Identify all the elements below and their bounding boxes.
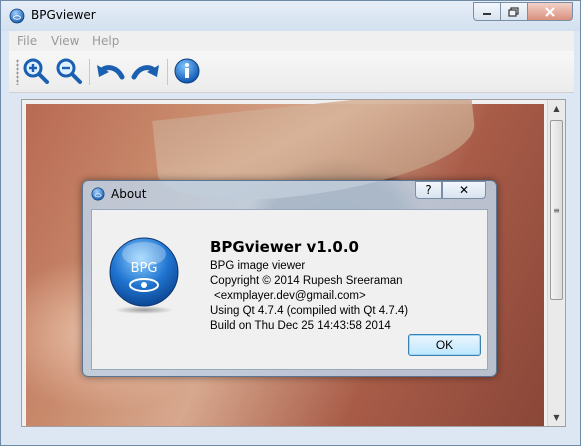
rotate-left-button[interactable] (95, 56, 125, 86)
menu-view[interactable]: View (51, 34, 79, 48)
info-icon (174, 58, 200, 84)
toolbar-grip[interactable] (16, 59, 19, 85)
title-bar[interactable]: BPGviewer (1, 1, 580, 31)
close-button[interactable] (527, 2, 573, 21)
about-build-date: Build on Thu Dec 25 14:43:58 2014 (210, 320, 391, 332)
scroll-up-arrow[interactable]: ▲ (548, 100, 565, 117)
app-icon (91, 187, 105, 201)
minimize-icon (483, 12, 491, 15)
info-button[interactable] (172, 56, 202, 86)
about-description: BPG image viewer (210, 260, 306, 272)
menu-help[interactable]: Help (92, 34, 119, 48)
about-copyright: Copyright © 2014 Rupesh Sreeraman (210, 275, 403, 287)
rotate-left-icon (97, 65, 125, 80)
svg-text:BPG: BPG (131, 261, 158, 276)
zoom-in-icon (23, 58, 49, 84)
ok-button[interactable]: OK (408, 334, 481, 356)
about-heading: BPGviewer v1.0.0 (210, 238, 359, 256)
vertical-scrollbar[interactable]: ▲ ≡ ▼ (547, 100, 565, 426)
maximize-icon (508, 6, 519, 17)
zoom-out-button[interactable] (54, 56, 84, 86)
dialog-body: BPG BPGviewer v1.0.0 BPG image viewer Co… (91, 209, 488, 370)
menu-bar: File View Help (9, 31, 574, 51)
dialog-close-button[interactable]: ✕ (442, 181, 486, 199)
zoom-in-button[interactable] (21, 56, 51, 86)
dialog-title: About (111, 187, 147, 201)
toolbar-separator (89, 59, 90, 85)
about-email: <exmplayer.dev@gmail.com> (214, 290, 366, 302)
rotate-right-icon (131, 65, 159, 80)
maximize-button[interactable] (500, 2, 528, 21)
minimize-button[interactable] (473, 2, 501, 21)
dialog-title-bar[interactable]: About ? ✕ (83, 181, 496, 207)
rotate-right-button[interactable] (131, 56, 161, 86)
help-button[interactable]: ? (415, 181, 442, 199)
about-dialog: About ? ✕ BPG BPGviewer v1.0.0 BPG image… (82, 180, 497, 377)
bpg-logo-icon: BPG (109, 237, 179, 314)
about-qt-version: Using Qt 4.7.4 (compiled with Qt 4.7.4) (210, 305, 409, 317)
zoom-out-icon (56, 58, 82, 84)
menu-file[interactable]: File (17, 34, 37, 48)
toolbar (9, 51, 574, 93)
scroll-thumb[interactable]: ≡ (550, 120, 563, 300)
app-icon (9, 8, 25, 24)
close-icon (545, 6, 555, 17)
toolbar-separator (167, 59, 168, 85)
scroll-down-arrow[interactable]: ▼ (548, 409, 565, 426)
window-title: BPGviewer (31, 8, 96, 22)
